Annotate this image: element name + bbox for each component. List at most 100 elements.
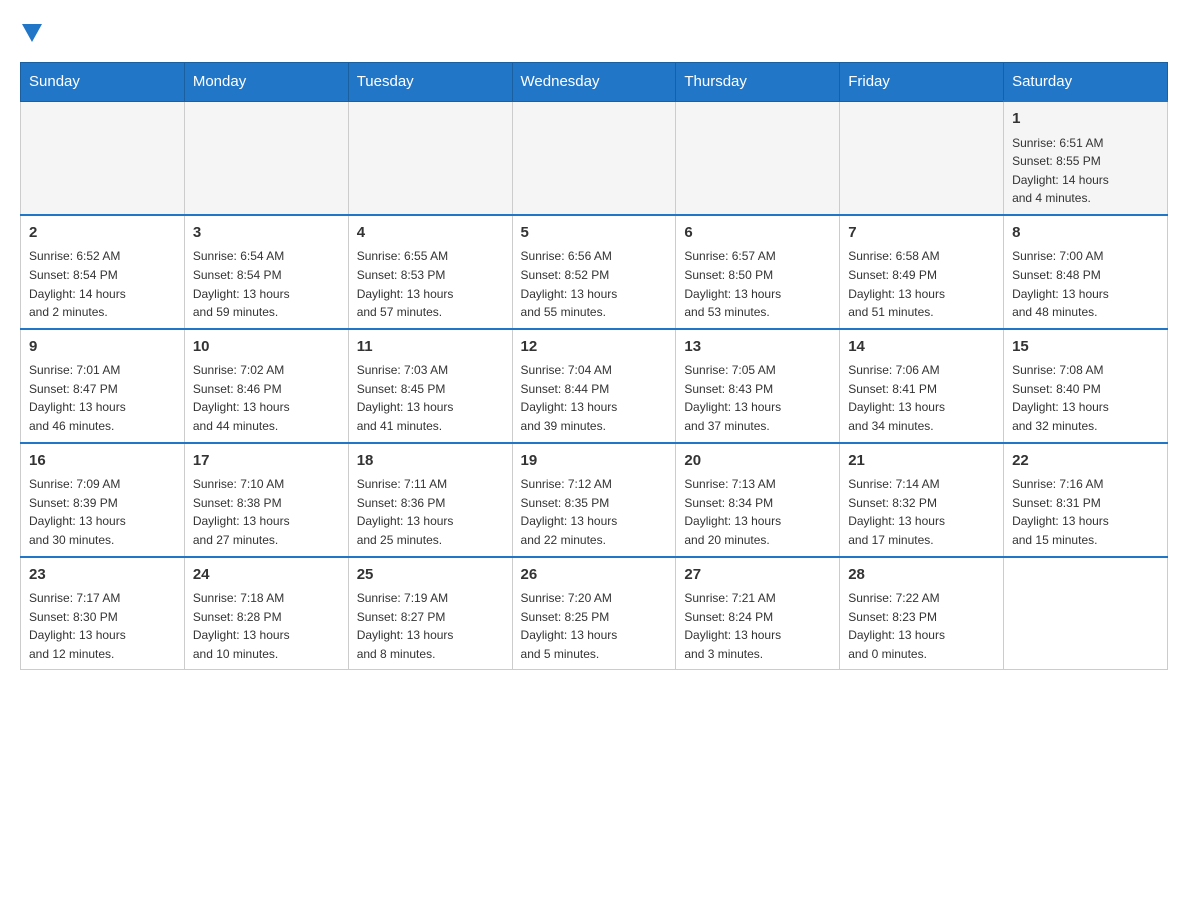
day-info: Sunrise: 7:19 AM Sunset: 8:27 PM Dayligh… [357, 589, 504, 663]
calendar-cell [348, 101, 512, 215]
calendar-cell: 11Sunrise: 7:03 AM Sunset: 8:45 PM Dayli… [348, 329, 512, 443]
calendar-cell: 8Sunrise: 7:00 AM Sunset: 8:48 PM Daylig… [1004, 215, 1168, 329]
day-info: Sunrise: 7:06 AM Sunset: 8:41 PM Dayligh… [848, 361, 995, 435]
calendar-cell: 17Sunrise: 7:10 AM Sunset: 8:38 PM Dayli… [184, 443, 348, 557]
weekday-row: SundayMondayTuesdayWednesdayThursdayFrid… [21, 63, 1168, 102]
day-info: Sunrise: 7:10 AM Sunset: 8:38 PM Dayligh… [193, 475, 340, 549]
calendar-week-4: 23Sunrise: 7:17 AM Sunset: 8:30 PM Dayli… [21, 557, 1168, 670]
calendar-cell: 25Sunrise: 7:19 AM Sunset: 8:27 PM Dayli… [348, 557, 512, 670]
calendar-cell: 27Sunrise: 7:21 AM Sunset: 8:24 PM Dayli… [676, 557, 840, 670]
calendar-week-3: 16Sunrise: 7:09 AM Sunset: 8:39 PM Dayli… [21, 443, 1168, 557]
calendar-cell: 6Sunrise: 6:57 AM Sunset: 8:50 PM Daylig… [676, 215, 840, 329]
calendar-cell: 23Sunrise: 7:17 AM Sunset: 8:30 PM Dayli… [21, 557, 185, 670]
weekday-header-thursday: Thursday [676, 63, 840, 102]
day-info: Sunrise: 6:56 AM Sunset: 8:52 PM Dayligh… [521, 247, 668, 321]
day-info: Sunrise: 7:18 AM Sunset: 8:28 PM Dayligh… [193, 589, 340, 663]
calendar-cell: 16Sunrise: 7:09 AM Sunset: 8:39 PM Dayli… [21, 443, 185, 557]
calendar-cell [184, 101, 348, 215]
page-header [20, 20, 1168, 42]
day-number: 8 [1012, 222, 1159, 245]
calendar-cell: 9Sunrise: 7:01 AM Sunset: 8:47 PM Daylig… [21, 329, 185, 443]
day-info: Sunrise: 7:01 AM Sunset: 8:47 PM Dayligh… [29, 361, 176, 435]
calendar-cell: 2Sunrise: 6:52 AM Sunset: 8:54 PM Daylig… [21, 215, 185, 329]
day-number: 9 [29, 336, 176, 359]
calendar-week-1: 2Sunrise: 6:52 AM Sunset: 8:54 PM Daylig… [21, 215, 1168, 329]
day-number: 1 [1012, 108, 1159, 131]
calendar-cell: 10Sunrise: 7:02 AM Sunset: 8:46 PM Dayli… [184, 329, 348, 443]
day-info: Sunrise: 6:55 AM Sunset: 8:53 PM Dayligh… [357, 247, 504, 321]
calendar-cell: 15Sunrise: 7:08 AM Sunset: 8:40 PM Dayli… [1004, 329, 1168, 443]
day-info: Sunrise: 7:12 AM Sunset: 8:35 PM Dayligh… [521, 475, 668, 549]
calendar-cell: 3Sunrise: 6:54 AM Sunset: 8:54 PM Daylig… [184, 215, 348, 329]
day-number: 24 [193, 564, 340, 587]
calendar-header: SundayMondayTuesdayWednesdayThursdayFrid… [21, 63, 1168, 102]
weekday-header-monday: Monday [184, 63, 348, 102]
calendar-cell [840, 101, 1004, 215]
calendar-cell: 26Sunrise: 7:20 AM Sunset: 8:25 PM Dayli… [512, 557, 676, 670]
weekday-header-friday: Friday [840, 63, 1004, 102]
day-info: Sunrise: 7:03 AM Sunset: 8:45 PM Dayligh… [357, 361, 504, 435]
weekday-header-saturday: Saturday [1004, 63, 1168, 102]
weekday-header-tuesday: Tuesday [348, 63, 512, 102]
calendar-cell: 7Sunrise: 6:58 AM Sunset: 8:49 PM Daylig… [840, 215, 1004, 329]
day-info: Sunrise: 7:17 AM Sunset: 8:30 PM Dayligh… [29, 589, 176, 663]
day-number: 21 [848, 450, 995, 473]
day-number: 26 [521, 564, 668, 587]
logo-triangle-icon [22, 24, 42, 42]
day-number: 7 [848, 222, 995, 245]
day-number: 14 [848, 336, 995, 359]
calendar-week-0: 1 Sunrise: 6:51 AM Sunset: 8:55 PM Daylig… [21, 101, 1168, 215]
day-number: 22 [1012, 450, 1159, 473]
calendar-cell: 14Sunrise: 7:06 AM Sunset: 8:41 PM Dayli… [840, 329, 1004, 443]
day-info: Sunrise: 6:57 AM Sunset: 8:50 PM Dayligh… [684, 247, 831, 321]
calendar-cell: 5Sunrise: 6:56 AM Sunset: 8:52 PM Daylig… [512, 215, 676, 329]
calendar-cell [676, 101, 840, 215]
calendar-cell [21, 101, 185, 215]
day-info: Sunrise: 7:04 AM Sunset: 8:44 PM Dayligh… [521, 361, 668, 435]
calendar-cell: 13Sunrise: 7:05 AM Sunset: 8:43 PM Dayli… [676, 329, 840, 443]
calendar-cell: 28Sunrise: 7:22 AM Sunset: 8:23 PM Dayli… [840, 557, 1004, 670]
day-info: Sunrise: 6:51 AM Sunset: 8:55 PM Dayligh… [1012, 134, 1159, 208]
day-info: Sunrise: 6:52 AM Sunset: 8:54 PM Dayligh… [29, 247, 176, 321]
calendar-cell: 21Sunrise: 7:14 AM Sunset: 8:32 PM Dayli… [840, 443, 1004, 557]
weekday-header-wednesday: Wednesday [512, 63, 676, 102]
calendar-cell [1004, 557, 1168, 670]
calendar-cell: 24Sunrise: 7:18 AM Sunset: 8:28 PM Dayli… [184, 557, 348, 670]
day-info: Sunrise: 7:02 AM Sunset: 8:46 PM Dayligh… [193, 361, 340, 435]
calendar-week-2: 9Sunrise: 7:01 AM Sunset: 8:47 PM Daylig… [21, 329, 1168, 443]
calendar-cell: 1 Sunrise: 6:51 AM Sunset: 8:55 PM Daylig… [1004, 101, 1168, 215]
day-number: 28 [848, 564, 995, 587]
day-info: Sunrise: 7:05 AM Sunset: 8:43 PM Dayligh… [684, 361, 831, 435]
day-number: 10 [193, 336, 340, 359]
day-number: 11 [357, 336, 504, 359]
day-info: Sunrise: 7:21 AM Sunset: 8:24 PM Dayligh… [684, 589, 831, 663]
calendar-cell: 4Sunrise: 6:55 AM Sunset: 8:53 PM Daylig… [348, 215, 512, 329]
day-number: 12 [521, 336, 668, 359]
day-number: 13 [684, 336, 831, 359]
calendar-cell [512, 101, 676, 215]
calendar-cell: 22Sunrise: 7:16 AM Sunset: 8:31 PM Dayli… [1004, 443, 1168, 557]
day-info: Sunrise: 7:22 AM Sunset: 8:23 PM Dayligh… [848, 589, 995, 663]
day-info: Sunrise: 7:08 AM Sunset: 8:40 PM Dayligh… [1012, 361, 1159, 435]
day-number: 3 [193, 222, 340, 245]
day-number: 25 [357, 564, 504, 587]
day-info: Sunrise: 7:09 AM Sunset: 8:39 PM Dayligh… [29, 475, 176, 549]
logo-group [20, 20, 42, 42]
calendar-table: SundayMondayTuesdayWednesdayThursdayFrid… [20, 62, 1168, 670]
day-info: Sunrise: 7:00 AM Sunset: 8:48 PM Dayligh… [1012, 247, 1159, 321]
day-number: 5 [521, 222, 668, 245]
day-number: 16 [29, 450, 176, 473]
day-info: Sunrise: 7:11 AM Sunset: 8:36 PM Dayligh… [357, 475, 504, 549]
day-number: 2 [29, 222, 176, 245]
calendar-cell: 12Sunrise: 7:04 AM Sunset: 8:44 PM Dayli… [512, 329, 676, 443]
day-info: Sunrise: 7:16 AM Sunset: 8:31 PM Dayligh… [1012, 475, 1159, 549]
day-number: 23 [29, 564, 176, 587]
day-info: Sunrise: 6:58 AM Sunset: 8:49 PM Dayligh… [848, 247, 995, 321]
day-info: Sunrise: 7:20 AM Sunset: 8:25 PM Dayligh… [521, 589, 668, 663]
calendar-body: 1 Sunrise: 6:51 AM Sunset: 8:55 PM Daylig… [21, 101, 1168, 670]
day-info: Sunrise: 7:13 AM Sunset: 8:34 PM Dayligh… [684, 475, 831, 549]
weekday-header-sunday: Sunday [21, 63, 185, 102]
day-info: Sunrise: 7:14 AM Sunset: 8:32 PM Dayligh… [848, 475, 995, 549]
day-number: 18 [357, 450, 504, 473]
day-number: 19 [521, 450, 668, 473]
